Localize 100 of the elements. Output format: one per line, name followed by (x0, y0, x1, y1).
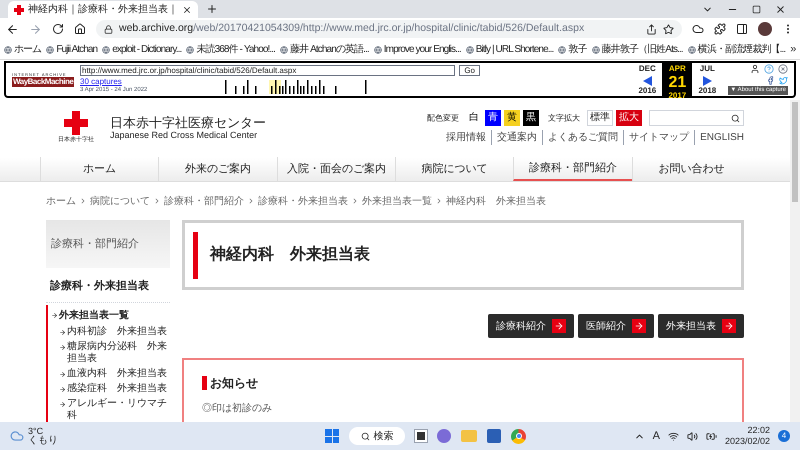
facebook-icon[interactable] (766, 76, 775, 84)
wayback-url-field[interactable]: http://www.med.jrc.or.jp/hospital/clinic/tabid/526/Default.aspx (80, 65, 456, 76)
arrow-icon (59, 401, 66, 408)
text-size-button[interactable]: 標準 (587, 110, 613, 126)
back-icon[interactable] (6, 22, 19, 36)
sidebar-link[interactable]: 糖尿病内分泌科 外来担当表 (51, 341, 170, 365)
bookmark-star-icon[interactable] (663, 24, 674, 34)
sidebar-heading: 診療科・部門紹介 (46, 220, 170, 268)
breadcrumb-link[interactable]: ホーム (46, 194, 76, 208)
nav-tab[interactable]: お問い合わせ (632, 157, 750, 181)
site-icon (466, 46, 474, 54)
bookmark[interactable]: Bitly | URL Shortene... (466, 42, 554, 57)
capture-month[interactable]: JUL 2018 (692, 63, 722, 96)
nav-tab[interactable]: 病院について (394, 157, 514, 181)
user-icon[interactable] (750, 64, 760, 74)
captures-link[interactable]: 30 captures (80, 77, 148, 86)
close-window-icon[interactable] (775, 4, 786, 15)
bookmark[interactable]: ホーム (4, 42, 42, 57)
twitter-icon[interactable] (779, 76, 788, 84)
chevron-icon (79, 197, 87, 205)
sidebar-link[interactable]: 内科初診 外来担当表 (51, 326, 170, 338)
maximize-icon[interactable] (752, 5, 761, 14)
notification-badge[interactable]: 4 (778, 430, 790, 442)
forward-icon[interactable] (29, 22, 42, 36)
side-panel-icon[interactable] (736, 23, 748, 35)
nav-tab[interactable]: 外来のご案内 (158, 157, 277, 181)
site-search-field[interactable] (649, 110, 744, 126)
sidebar-link[interactable]: 外来担当表一覧 (51, 308, 170, 323)
bookmark[interactable]: Fujii Atchan (46, 42, 98, 57)
site-icon (46, 46, 54, 54)
nav-tab[interactable]: 入院・面会のご案内 (276, 157, 395, 181)
tab-title: 神経内科｜診療科・外来担当表｜ (28, 2, 178, 17)
start-icon[interactable] (325, 429, 340, 443)
capture-month[interactable]: APR 21 2017 (662, 63, 692, 96)
breadcrumb-link[interactable]: 外来担当表一覧 (362, 194, 432, 208)
sidebar-link[interactable]: 血液内科 外来担当表 (51, 368, 170, 380)
address-bar[interactable]: web.archive.org/web/20170421054309/http://www.med.jrc.or.jp/hospital/clinic/tabid/526/Default.aspx (96, 20, 682, 38)
taskbar-search[interactable]: 検索 (349, 427, 406, 445)
sidebar-subheading: 診療科・外来担当表 (46, 268, 170, 303)
clock-date: 2023/02/02 (724, 436, 770, 447)
nav-button[interactable]: 診療科紹介 (488, 314, 574, 338)
bookmark[interactable]: 敦子 (558, 42, 587, 57)
home-icon[interactable] (74, 23, 86, 35)
header-link[interactable]: よくあるご質問 (542, 130, 618, 145)
nav-tab[interactable]: 診療科・部門紹介 (513, 157, 632, 181)
site-icon (186, 46, 194, 54)
share-icon[interactable] (646, 24, 657, 34)
nav-button[interactable]: 外来担当表 (658, 314, 744, 338)
notice-text: ◎印は初診のみ (202, 402, 273, 416)
input-mode-icon[interactable]: A (652, 430, 660, 442)
temperature: 3°C (28, 426, 44, 436)
extensions-icon[interactable] (714, 23, 726, 35)
bookmark[interactable]: Improve your Englis... (374, 42, 461, 57)
next-arrow-icon[interactable] (702, 76, 712, 86)
wayback-logo: WayBackMachine (12, 76, 74, 86)
bookmark[interactable]: 藤井 Atchanの英語... (280, 42, 369, 57)
scrollbar[interactable] (790, 100, 800, 422)
heading-accent-bar (202, 376, 207, 390)
color-scheme-button[interactable]: 青 (485, 110, 501, 126)
site-name: 日本赤十字社医療センター (110, 116, 266, 130)
capture-month[interactable]: DEC 2016 (632, 63, 662, 96)
site-icon (592, 46, 600, 54)
profile-avatar[interactable] (758, 22, 772, 36)
color-scheme-button[interactable]: 黒 (523, 110, 539, 126)
header-link[interactable]: サイトマップ (623, 130, 690, 145)
new-tab-icon[interactable] (206, 3, 218, 15)
previous-arrow-icon[interactable] (642, 76, 652, 86)
battery-icon[interactable] (706, 430, 717, 442)
site-icon (280, 46, 288, 54)
nav-tab[interactable]: ホーム (40, 157, 158, 181)
bookmark[interactable]: 藤井敦子（旧姓Ats... (592, 42, 683, 57)
breadcrumb-link[interactable]: 診療科・部門紹介 (164, 194, 244, 208)
network-icon[interactable] (668, 430, 679, 442)
close-icon[interactable] (182, 4, 192, 14)
browser-tab[interactable]: 神経内科｜診療科・外来担当表｜ (8, 1, 198, 18)
task-view-icon[interactable] (415, 430, 428, 442)
bookmark[interactable]: 横浜・副流煙裁判【... (688, 42, 786, 57)
header-link[interactable]: 採用情報 (446, 130, 486, 145)
more-bookmarks[interactable]: » (790, 41, 796, 58)
bookmark[interactable]: 未読368件 - Yahoo!... (186, 42, 276, 57)
reload-icon[interactable] (52, 23, 64, 35)
sidebar-link[interactable]: 感染症科 外来担当表 (51, 383, 170, 395)
header-link[interactable]: 交通案内 (491, 130, 538, 145)
chrome-icon[interactable] (511, 428, 526, 444)
color-label: 配色変更 (427, 112, 459, 124)
nav-button[interactable]: 医師紹介 (578, 314, 654, 338)
header-link[interactable]: ENGLISH (694, 130, 744, 145)
text-size-button[interactable]: 拡大 (616, 110, 642, 126)
sidebar-link[interactable]: アレルギー・リウマチ科 (51, 398, 170, 422)
text-size-label: 文字拡大 (548, 112, 580, 124)
bookmark[interactable]: exploit - Dictionary... (102, 42, 182, 57)
breadcrumb-link[interactable]: 病院について (90, 194, 150, 208)
volume-icon[interactable] (686, 430, 698, 442)
breadcrumb-link[interactable]: 診療科・外来担当表 (258, 194, 348, 208)
notice-title: お知らせ (210, 375, 258, 392)
search-icon (361, 432, 370, 440)
site-icon (102, 46, 110, 54)
color-scheme-button[interactable]: 黄 (504, 110, 520, 126)
site-icon (688, 46, 696, 54)
go-button[interactable]: Go (459, 65, 480, 76)
